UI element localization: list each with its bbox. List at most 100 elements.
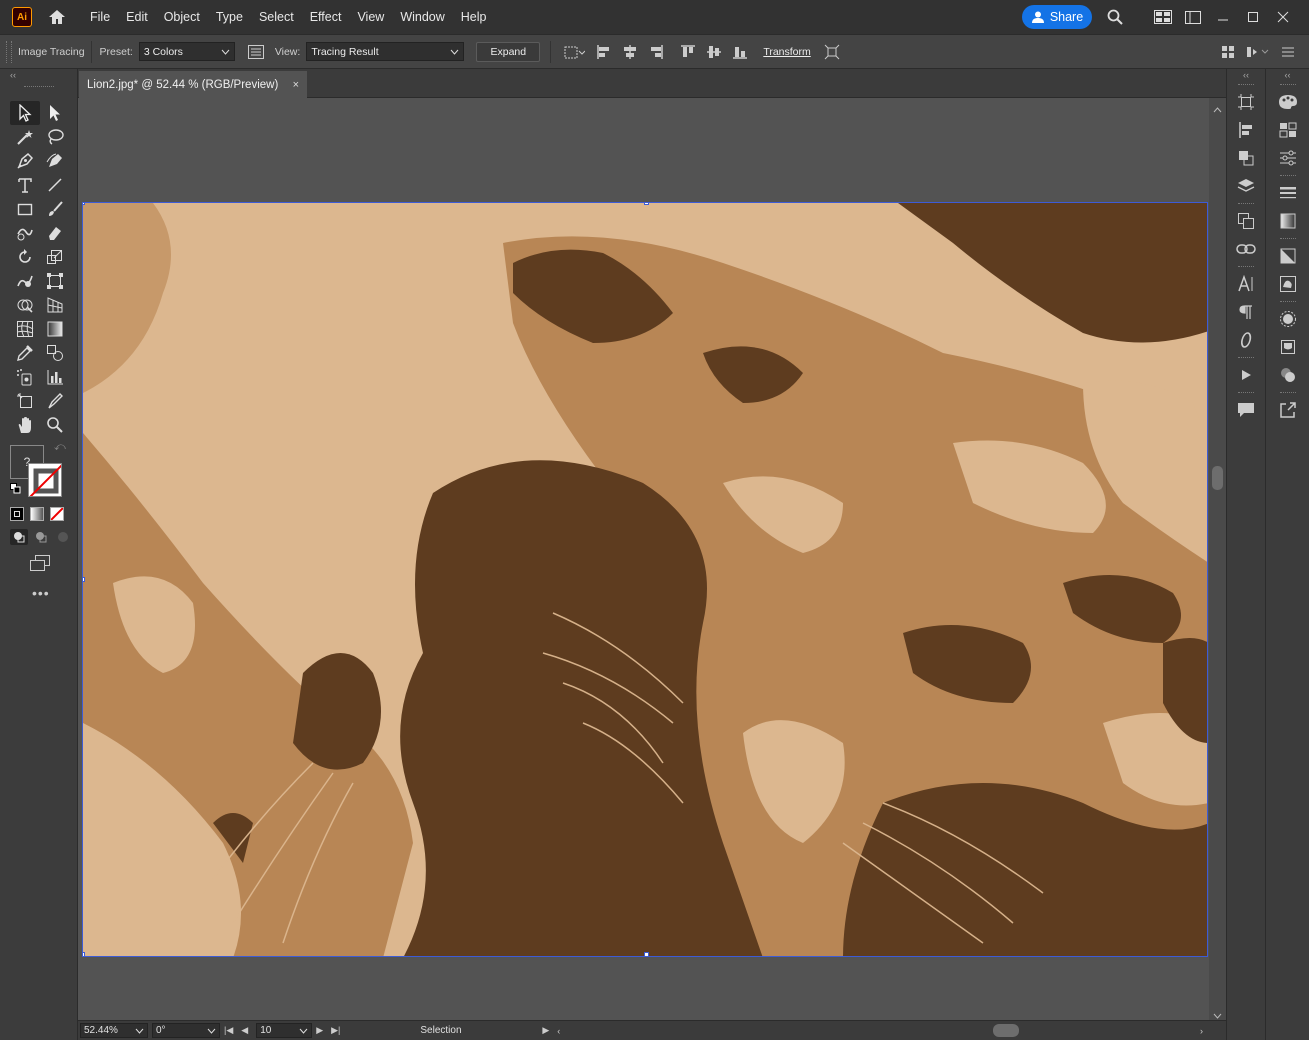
selection-tool-icon[interactable] [10, 101, 40, 125]
dock-grip[interactable] [1266, 235, 1309, 242]
isolate-object-icon[interactable] [819, 41, 845, 63]
swap-fill-stroke-icon[interactable]: ⤺ [54, 441, 66, 454]
collapse-dock-icon[interactable]: ‹‹ [1227, 69, 1265, 81]
stroke-swatch[interactable] [28, 463, 62, 497]
appearance-panel-icon[interactable] [1266, 305, 1309, 333]
eyedropper-tool-icon[interactable] [10, 341, 40, 365]
menu-file[interactable]: File [82, 0, 118, 34]
menu-edit[interactable]: Edit [118, 0, 156, 34]
toolbar-grip[interactable] [24, 86, 54, 87]
opentype-panel-icon[interactable] [1227, 326, 1265, 354]
control-bar-grip[interactable] [6, 40, 12, 63]
zoom-tool-icon[interactable] [40, 413, 70, 437]
graphic-styles-panel-icon[interactable] [1266, 333, 1309, 361]
status-menu-icon[interactable]: ▶ [542, 1025, 549, 1036]
align-panel-icon[interactable] [1227, 116, 1265, 144]
image-trace-panel-icon[interactable] [1266, 270, 1309, 298]
menu-view[interactable]: View [349, 0, 392, 34]
swatches-panel-icon[interactable] [1266, 116, 1309, 144]
lasso-tool-icon[interactable] [40, 125, 70, 149]
color-mode-icon[interactable] [10, 507, 24, 521]
menu-object[interactable]: Object [156, 0, 208, 34]
perspective-grid-tool-icon[interactable] [40, 293, 70, 317]
align-right-icon[interactable] [643, 41, 669, 63]
vertical-scrollbar[interactable] [1209, 98, 1226, 1020]
image-trace-panel-icon[interactable] [243, 41, 269, 63]
panel-menu-icon[interactable] [1275, 41, 1301, 63]
gradient-panel-icon[interactable] [1266, 207, 1309, 235]
pathfinder-panel-icon[interactable] [1227, 144, 1265, 172]
draw-inside-icon[interactable] [54, 529, 72, 545]
home-icon[interactable] [46, 6, 68, 28]
direct-selection-tool-icon[interactable] [40, 101, 70, 125]
none-mode-icon[interactable] [50, 507, 64, 521]
document-tab[interactable]: Lion2.jpg* @ 52.44 % (RGB/Preview) × [79, 71, 307, 98]
workspace-switcher-icon[interactable] [1148, 0, 1178, 34]
menu-select[interactable]: Select [251, 0, 302, 34]
type-tool-icon[interactable] [10, 173, 40, 197]
eraser-tool-icon[interactable] [40, 221, 70, 245]
dock-grip[interactable] [1266, 172, 1309, 179]
selection-handle-bottom-center[interactable] [644, 952, 649, 956]
next-artboard-icon[interactable]: ▶ [316, 1025, 323, 1036]
menu-effect[interactable]: Effect [302, 0, 350, 34]
search-icon[interactable] [1100, 0, 1130, 34]
collapse-dock-icon[interactable]: ‹‹ [1266, 69, 1309, 81]
screen-mode-icon[interactable] [29, 555, 51, 574]
first-artboard-icon[interactable]: |◀ [224, 1025, 233, 1036]
rectangle-tool-icon[interactable] [10, 197, 40, 221]
scroll-right-icon[interactable]: › [1200, 1026, 1203, 1036]
arrange-icon[interactable] [1215, 41, 1241, 63]
menu-type[interactable]: Type [208, 0, 251, 34]
rotation-dropdown[interactable]: 0° [152, 1023, 220, 1038]
zoom-dropdown[interactable]: 52.44% [80, 1023, 148, 1038]
dock-grip[interactable] [1266, 298, 1309, 305]
actions-panel-icon[interactable] [1227, 361, 1265, 389]
dock-grip[interactable] [1227, 389, 1265, 396]
comments-panel-icon[interactable] [1227, 396, 1265, 424]
vertical-scroll-thumb[interactable] [1212, 466, 1223, 490]
traced-image-artwork[interactable] [82, 202, 1208, 957]
artboards-panel-icon[interactable] [1227, 88, 1265, 116]
line-tool-icon[interactable] [40, 173, 70, 197]
hand-tool-icon[interactable] [10, 413, 40, 437]
symbols-panel-icon[interactable] [1266, 361, 1309, 389]
free-transform-tool-icon[interactable] [40, 269, 70, 293]
minimize-icon[interactable] [1208, 0, 1238, 34]
artboard-dropdown[interactable]: 10 [256, 1023, 313, 1038]
mesh-tool-icon[interactable] [10, 317, 40, 341]
selection-handle-middle-left[interactable] [83, 577, 85, 582]
shape-builder-tool-icon[interactable] [10, 293, 40, 317]
arrange-documents-icon[interactable] [1178, 0, 1208, 34]
close-tab-icon[interactable]: × [293, 79, 299, 91]
selection-handle-bottom-left[interactable] [83, 952, 85, 956]
shaper-tool-icon[interactable] [10, 221, 40, 245]
column-graph-tool-icon[interactable] [40, 365, 70, 389]
links-panel-icon[interactable] [1227, 235, 1265, 263]
gradient-tool-icon[interactable] [40, 317, 70, 341]
share-button[interactable]: Share [1022, 5, 1092, 29]
stroke-panel-icon[interactable] [1266, 179, 1309, 207]
default-fill-stroke-icon[interactable] [10, 483, 21, 494]
align-vertical-center-icon[interactable] [701, 41, 727, 63]
dock-grip[interactable] [1227, 200, 1265, 207]
dock-grip[interactable] [1227, 81, 1265, 88]
layers-panel-icon[interactable] [1227, 172, 1265, 200]
draw-behind-icon[interactable] [32, 529, 50, 545]
curvature-tool-icon[interactable] [40, 149, 70, 173]
paintbrush-tool-icon[interactable] [40, 197, 70, 221]
artboard-tool-icon[interactable] [10, 389, 40, 413]
selection-handle-top-center[interactable] [644, 203, 649, 205]
align-top-icon[interactable] [675, 41, 701, 63]
scroll-left-icon[interactable]: ‹ [557, 1026, 560, 1036]
rotate-tool-icon[interactable] [10, 245, 40, 269]
view-dropdown[interactable]: Tracing Result [306, 42, 465, 61]
distribute-icon[interactable] [1241, 41, 1275, 63]
dock-grip[interactable] [1227, 263, 1265, 270]
dock-grip[interactable] [1266, 81, 1309, 88]
last-artboard-icon[interactable]: ▶| [331, 1025, 340, 1036]
gradient-mode-icon[interactable] [30, 507, 44, 521]
collapse-panel-icon[interactable]: ‹‹ [0, 69, 77, 81]
slice-tool-icon[interactable] [40, 389, 70, 413]
edit-toolbar-icon[interactable]: ••• [32, 585, 50, 601]
